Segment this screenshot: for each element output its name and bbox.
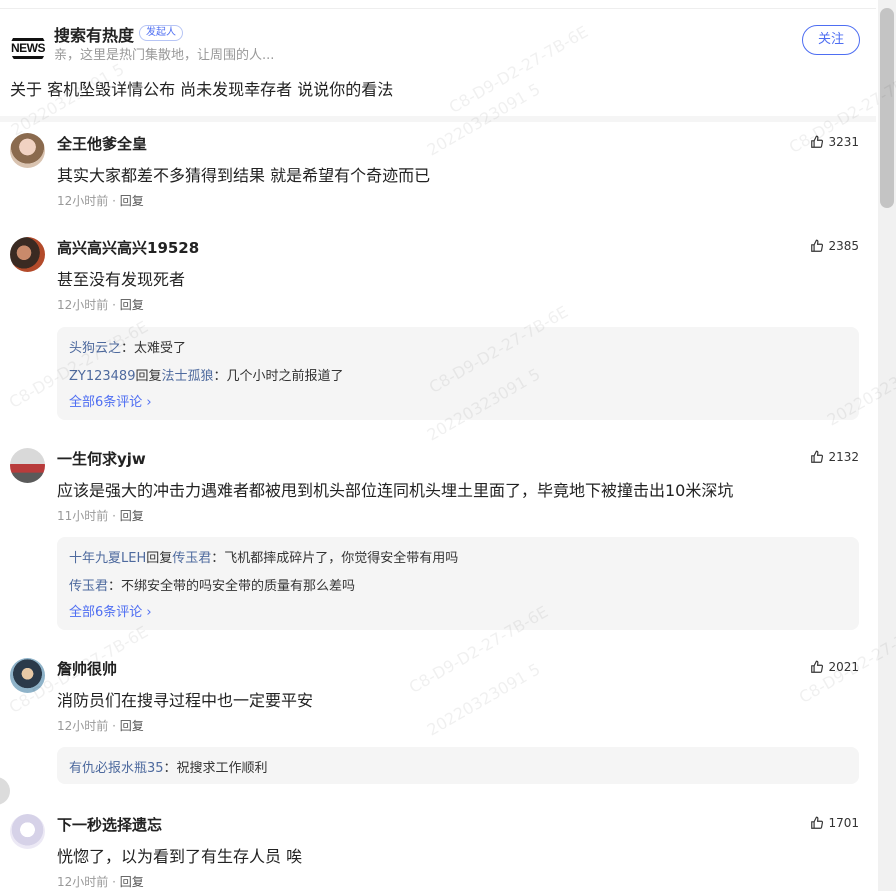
reply-button[interactable]: 回复 [120, 719, 144, 733]
comment-item: 下一秒选择遗忘 1701 恍惚了，以为看到了有生存人员 唉 12小时前 · 回复 [0, 814, 876, 891]
reply-text: ：太难受了 [121, 341, 187, 356]
reply-target-username[interactable]: 传玉君 [172, 551, 211, 566]
reply-line: 十年九夏LEH回复传玉君：飞机都摔成碎片了，你觉得安全带有用吗 [69, 547, 458, 566]
author-intro: 亲，这里是热门集散地，让周围的人... [54, 48, 275, 63]
thumbs-up-icon [811, 660, 824, 673]
reply-line: 头狗云之：太难受了 [69, 337, 186, 356]
reply-box: 有仇必报水瓶35：祝搜求工作顺利 [57, 747, 859, 784]
topic-title: 关于 客机坠毁详情公布 尚未发现幸存者 说说你的看法 [10, 80, 394, 99]
comment-text: 消防员们在搜寻过程中也一定要平安 [57, 691, 314, 710]
avatar[interactable] [10, 237, 45, 272]
like-count: 2021 [828, 660, 859, 674]
like-count: 1701 [828, 816, 859, 830]
reply-box: 十年九夏LEH回复传玉君：飞机都摔成碎片了，你觉得安全带有用吗 传玉君：不绑安全… [57, 537, 859, 630]
reply-target-username[interactable]: 法士孤狼 [162, 369, 214, 384]
comment-username[interactable]: 全王他爹全皇 [57, 133, 147, 154]
reply-username[interactable]: 有仇必报水瓶35 [69, 761, 164, 776]
reply-verb: 回复 [135, 369, 162, 384]
post-header: NEWS 搜索有热度 发起人 亲，这里是热门集散地，让周围的人... 关注 关于… [0, 8, 876, 116]
scrollbar[interactable] [878, 0, 896, 891]
comment-text: 恍惚了，以为看到了有生存人员 唉 [57, 847, 303, 866]
comment-time: 12小时前 [57, 719, 109, 733]
reply-box: 头狗云之：太难受了 ZY123489回复法士孤狼：几个小时之前报道了 全部6条评… [57, 327, 859, 420]
avatar[interactable] [10, 133, 45, 168]
comment-text: 应该是强大的冲击力遇难者都被甩到机头部位连同机头埋土里面了，毕竟地下被撞击出10… [57, 481, 734, 500]
reply-text: ：不绑安全带的吗安全带的质量有那么差吗 [108, 579, 356, 594]
initiator-badge: 发起人 [139, 25, 183, 41]
follow-button[interactable]: 关注 [802, 25, 860, 55]
avatar[interactable] [10, 658, 45, 693]
like-button[interactable]: 1701 [810, 816, 859, 830]
like-button[interactable]: 2132 [810, 450, 859, 464]
like-button[interactable]: 3231 [810, 135, 859, 149]
thumbs-up-icon [811, 135, 824, 148]
comment-meta: 12小时前 · 回复 [57, 194, 144, 208]
thumbs-up-icon [811, 816, 824, 829]
like-count: 2385 [828, 239, 859, 253]
reply-username[interactable]: 头狗云之 [69, 341, 121, 356]
comment-time: 12小时前 [57, 875, 109, 889]
reply-text: ：祝搜求工作顺利 [163, 761, 268, 776]
comment-username[interactable]: 詹帅很帅 [57, 658, 117, 679]
comment-username[interactable]: 高兴高兴高兴19528 [57, 237, 199, 258]
scrollbar-thumb[interactable] [880, 8, 894, 208]
reply-username[interactable]: 传玉君 [69, 579, 108, 594]
avatar[interactable] [10, 448, 45, 483]
thumbs-up-icon [811, 239, 824, 252]
comment-username[interactable]: 下一秒选择遗忘 [57, 814, 162, 835]
news-logo-icon: NEWS [10, 30, 46, 66]
like-button[interactable]: 2021 [810, 660, 859, 674]
reply-button[interactable]: 回复 [120, 298, 144, 312]
reply-line: ZY123489回复法士孤狼：几个小时之前报道了 [69, 365, 344, 384]
reply-button[interactable]: 回复 [120, 875, 144, 889]
reply-button[interactable]: 回复 [120, 194, 144, 208]
comment-username[interactable]: 一生何求yjw [57, 448, 146, 469]
comment-item: 全王他爹全皇 3231 其实大家都差不多猜得到结果 就是希望有个奇迹而已 12小… [0, 133, 876, 223]
reply-line: 有仇必报水瓶35：祝搜求工作顺利 [69, 757, 268, 776]
like-count: 3231 [828, 135, 859, 149]
thumbs-up-icon [811, 450, 824, 463]
comment-meta: 11小时前 · 回复 [57, 509, 144, 523]
reply-text: ：几个小时之前报道了 [213, 369, 344, 384]
section-divider [0, 116, 876, 122]
like-button[interactable]: 2385 [810, 239, 859, 253]
comment-time: 12小时前 [57, 194, 109, 208]
comment-meta: 12小时前 · 回复 [57, 719, 144, 733]
author-name[interactable]: 搜索有热度 [54, 22, 134, 46]
reply-username[interactable]: 十年九夏LEH [69, 551, 146, 566]
like-count: 2132 [828, 450, 859, 464]
comment-meta: 12小时前 · 回复 [57, 298, 144, 312]
comment-time: 12小时前 [57, 298, 109, 312]
reply-button[interactable]: 回复 [120, 509, 144, 523]
reply-verb: 回复 [146, 551, 173, 566]
view-all-replies-link[interactable]: 全部6条评论 › [69, 391, 152, 410]
comment-item: 高兴高兴高兴19528 2385 甚至没有发现死者 12小时前 · 回复 头狗云… [0, 237, 876, 427]
reply-username[interactable]: ZY123489 [69, 369, 135, 384]
comment-time: 11小时前 [57, 509, 109, 523]
comment-text: 其实大家都差不多猜得到结果 就是希望有个奇迹而已 [57, 166, 431, 185]
view-all-replies-link[interactable]: 全部6条评论 › [69, 601, 152, 620]
reply-text: ：飞机都摔成碎片了，你觉得安全带有用吗 [211, 551, 459, 566]
comment-meta: 12小时前 · 回复 [57, 875, 144, 889]
comment-item: 詹帅很帅 2021 消防员们在搜寻过程中也一定要平安 12小时前 · 回复 有仇… [0, 658, 876, 788]
avatar[interactable] [10, 814, 45, 849]
reply-line: 传玉君：不绑安全带的吗安全带的质量有那么差吗 [69, 575, 355, 594]
comment-item: 一生何求yjw 2132 应该是强大的冲击力遇难者都被甩到机头部位连同机头埋土里… [0, 448, 876, 638]
comment-text: 甚至没有发现死者 [57, 270, 186, 289]
